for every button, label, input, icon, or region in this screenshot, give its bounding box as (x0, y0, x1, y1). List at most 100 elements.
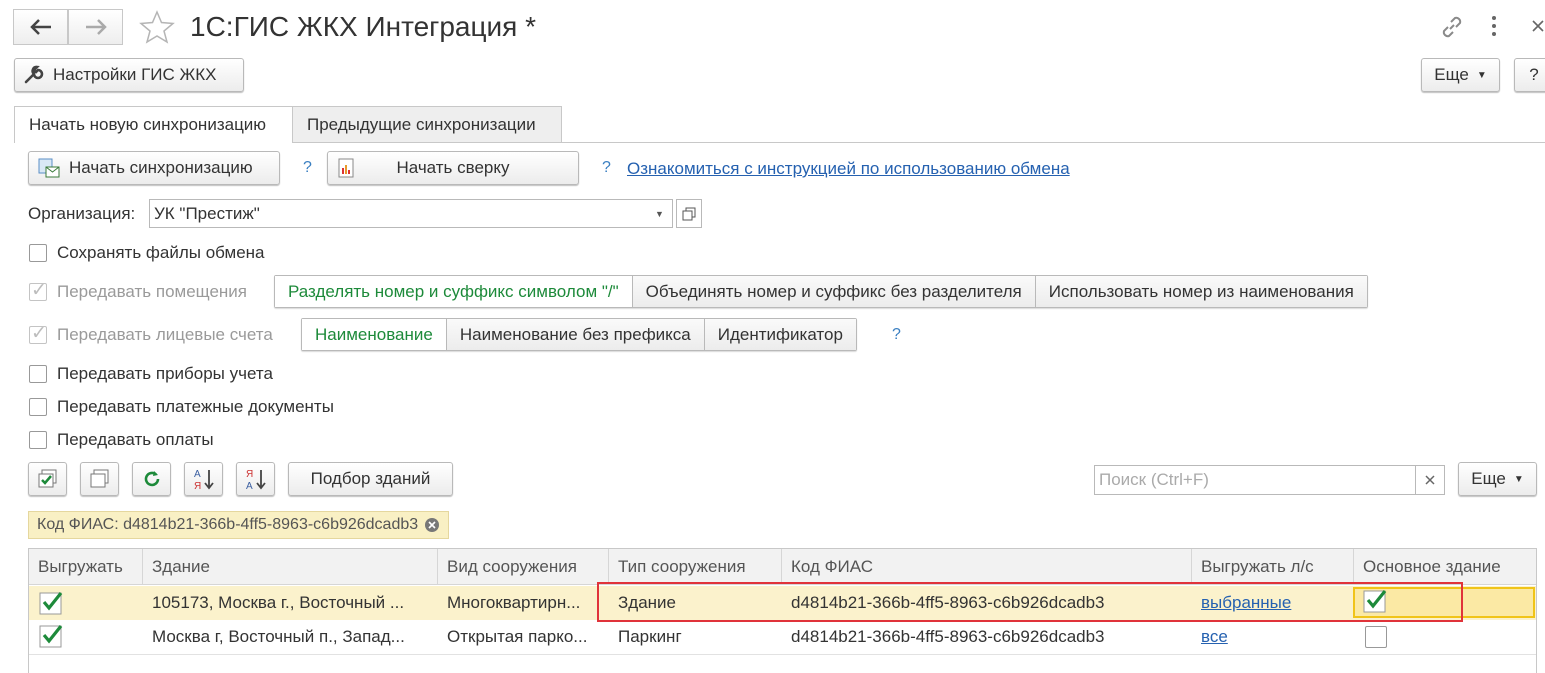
search-placeholder: Поиск (Ctrl+F) (1099, 470, 1209, 489)
export-checkbox[interactable] (39, 589, 65, 615)
premises-mode-selector[interactable]: Разделять номер и суффикс символом "/" О… (274, 275, 1368, 308)
svg-text:А: А (194, 469, 201, 480)
select-buildings-label: Подбор зданий (310, 469, 431, 488)
svg-text:Я: Я (194, 481, 201, 491)
open-window-icon (682, 207, 696, 220)
uncheck-all-icon (90, 469, 108, 488)
green-check-icon (39, 592, 63, 615)
column-header-main-building[interactable]: Основное здание (1354, 549, 1536, 585)
back-button[interactable] (13, 9, 68, 45)
premises-mode-from-name[interactable]: Использовать номер из наименования (1035, 276, 1367, 307)
more-vertical-icon[interactable] (1488, 14, 1500, 43)
save-files-label: Сохранять файлы обмена (57, 243, 265, 262)
list-more-button[interactable]: Еще ▼ (1458, 462, 1537, 496)
accounts-mode-id[interactable]: Идентификатор (704, 319, 856, 350)
main-building-checkbox[interactable] (1365, 626, 1387, 648)
accounts-mode-name[interactable]: Наименование (302, 319, 447, 350)
organization-field[interactable]: УК "Престиж" (149, 199, 672, 228)
export-checkbox[interactable] (39, 622, 65, 648)
premises-mode-join[interactable]: Объединять номер и суффикс без разделите… (632, 276, 1036, 307)
help-button[interactable]: ? (1514, 58, 1545, 92)
start-sync-button[interactable]: Начать синхронизацию (28, 151, 280, 185)
column-header-kind[interactable]: Вид сооружения (438, 549, 609, 585)
sort-asc-button[interactable]: АЯ (184, 462, 223, 496)
arrow-right-icon (85, 19, 107, 35)
column-header-export[interactable]: Выгружать (29, 549, 143, 585)
column-header-export-accounts[interactable]: Выгружать л/с (1192, 549, 1354, 585)
start-reconcile-button[interactable]: Начать сверку (327, 151, 579, 185)
close-icon[interactable] (1531, 16, 1545, 41)
svg-text:А: А (246, 481, 253, 491)
organization-open-button[interactable] (676, 199, 702, 228)
export-accounts-link[interactable]: все (1201, 627, 1228, 647)
more-menu-label: Еще (1434, 65, 1469, 84)
type-cell: Паркинг (618, 627, 682, 646)
checkmark-icon: ✓ (31, 280, 47, 301)
accounts-mode-selector[interactable]: Наименование Наименование без префикса И… (301, 318, 857, 351)
dropdown-arrow-icon: ▼ (1513, 473, 1524, 485)
clear-x-icon (1425, 475, 1435, 485)
meters-checkbox[interactable] (29, 365, 47, 383)
start-sync-label: Начать синхронизацию (69, 158, 253, 177)
help-question-icon[interactable]: ? (892, 326, 901, 344)
select-buildings-button[interactable]: Подбор зданий (288, 462, 453, 496)
check-all-button[interactable] (28, 462, 67, 496)
forward-button[interactable] (68, 9, 123, 45)
dropdown-arrow-icon: ▼ (1476, 69, 1487, 81)
fias-filter-text: Код ФИАС: d4814b21-366b-4ff5-8963-c6b926… (37, 516, 419, 533)
fias-cell: d4814b21-366b-4ff5-8963-c6b926dcadb3 (791, 627, 1105, 646)
save-files-checkbox[interactable] (29, 244, 47, 262)
check-all-icon (38, 469, 56, 488)
gis-settings-button[interactable]: Настройки ГИС ЖКХ (14, 58, 244, 92)
accounts-mode-name-no-prefix[interactable]: Наименование без префикса (446, 319, 705, 350)
tab-new-sync[interactable]: Начать новую синхронизацию (14, 106, 293, 143)
refresh-button[interactable] (132, 462, 171, 496)
help-question-icon[interactable]: ? (303, 159, 312, 177)
fias-filter-chip[interactable]: Код ФИАС: d4814b21-366b-4ff5-8963-c6b926… (28, 511, 450, 539)
column-header-building[interactable]: Здание (143, 549, 438, 585)
search-clear-button[interactable] (1415, 465, 1445, 495)
row-divider (29, 654, 1536, 655)
checkmark-icon: ✓ (31, 323, 47, 344)
uncheck-all-button[interactable] (80, 462, 119, 496)
help-label: ? (1529, 65, 1539, 84)
favorite-star-icon[interactable] (139, 10, 175, 49)
help-question-icon[interactable]: ? (602, 159, 611, 177)
organization-dropdown-button[interactable]: ▼ (647, 199, 673, 228)
table-row[interactable]: Москва г, Восточный п., Запад... Открыта… (29, 620, 1536, 654)
remove-filter-icon[interactable] (424, 517, 440, 533)
tab-previous-syncs[interactable]: Предыдущие синхронизации (292, 106, 562, 143)
accounts-label: Передавать лицевые счета (57, 325, 273, 344)
organization-label: Организация: (28, 204, 136, 223)
premises-checkbox[interactable]: ✓ (29, 280, 47, 301)
column-header-type[interactable]: Тип сооружения (609, 549, 782, 585)
wrench-icon (24, 65, 44, 84)
green-check-icon (39, 625, 63, 648)
accounts-checkbox[interactable]: ✓ (29, 323, 47, 344)
more-menu-button[interactable]: Еще ▼ (1421, 58, 1500, 92)
table-header: Выгружать Здание Вид сооружения Тип соор… (29, 549, 1536, 585)
window-title: 1С:ГИС ЖКХ Интеграция * (190, 11, 537, 42)
link-icon[interactable] (1439, 14, 1465, 45)
instruction-link[interactable]: Ознакомиться с инструкцией по использова… (627, 159, 1070, 179)
search-input[interactable]: Поиск (Ctrl+F) (1094, 465, 1416, 495)
kind-cell: Многоквартирн... (447, 593, 581, 612)
meters-label: Передавать приборы учета (57, 364, 273, 383)
payments-checkbox[interactable] (29, 431, 47, 449)
sync-envelope-icon (38, 158, 60, 178)
premises-mode-split[interactable]: Разделять номер и суффикс символом "/" (275, 276, 633, 307)
tab-previous-syncs-label: Предыдущие синхронизации (307, 115, 536, 134)
gis-settings-label: Настройки ГИС ЖКХ (53, 65, 217, 84)
column-header-fias[interactable]: Код ФИАС (782, 549, 1192, 585)
refresh-icon (144, 471, 159, 487)
export-accounts-cell[interactable]: все (1192, 620, 1352, 654)
highlight-annotation-box (597, 582, 1463, 622)
sort-ascending-icon: АЯ (194, 469, 214, 491)
report-icon (338, 158, 354, 178)
payment-docs-checkbox[interactable] (29, 398, 47, 416)
start-reconcile-label: Начать сверку (396, 158, 510, 177)
dropdown-arrow-icon: ▼ (655, 208, 664, 219)
payment-docs-label: Передавать платежные документы (57, 397, 334, 416)
building-cell: 105173, Москва г., Восточный ... (152, 593, 405, 612)
sort-desc-button[interactable]: ЯА (236, 462, 275, 496)
